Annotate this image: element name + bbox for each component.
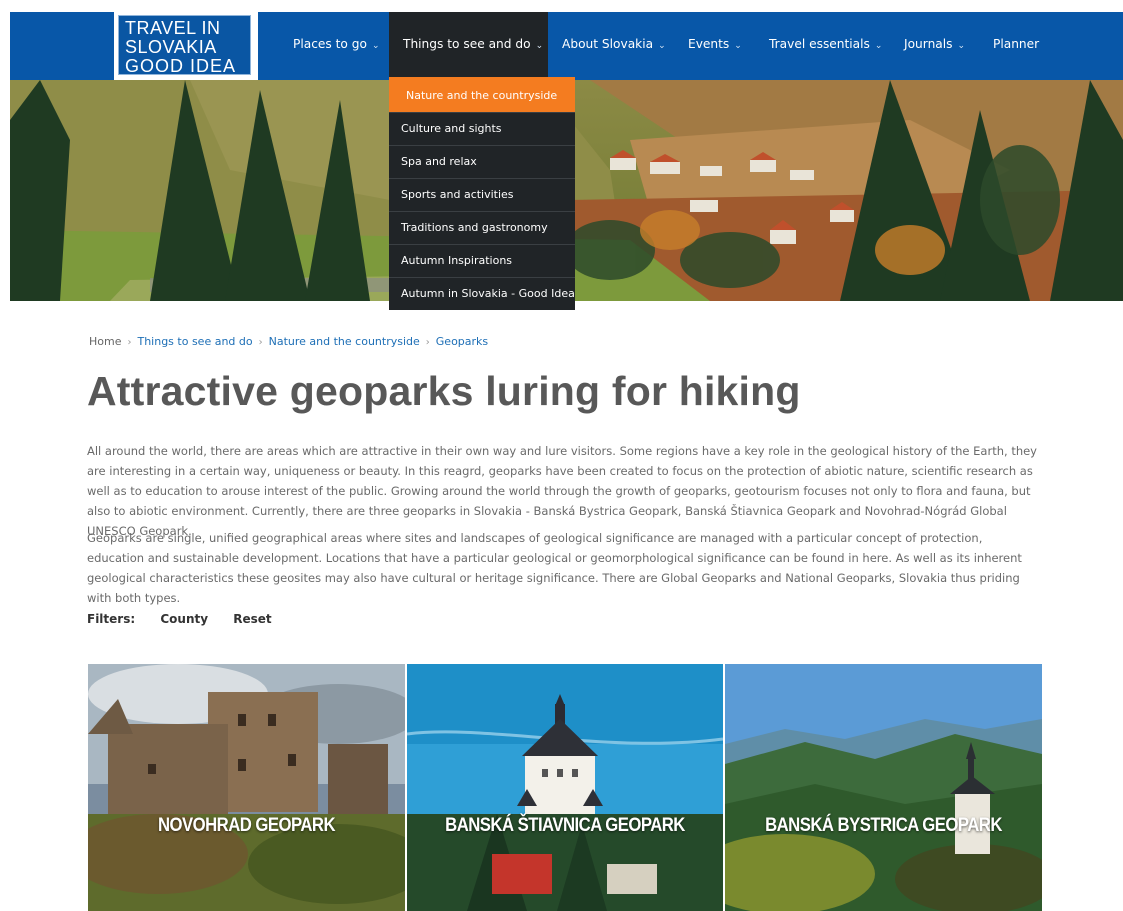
filters-bar: Filters: County Reset <box>87 612 293 626</box>
menu-item-culture-and-sights[interactable]: Culture and sights <box>389 112 575 145</box>
nav-planner[interactable]: Planner <box>993 12 1039 80</box>
nav-things-to-see-and-do[interactable]: Things to see and do ⌄ <box>389 12 548 80</box>
description-paragraph: Geoparks are single, unified geographica… <box>87 531 1022 605</box>
county-filter-button[interactable]: County <box>160 612 208 626</box>
breadcrumb-geoparks[interactable]: Geoparks <box>436 335 488 348</box>
menu-item-sports-and-activities[interactable]: Sports and activities <box>389 178 575 211</box>
nav-places-to-go[interactable]: Places to go ⌄ <box>293 12 379 80</box>
filters-label: Filters: <box>87 612 136 626</box>
chevron-down-icon: ⌄ <box>957 41 966 51</box>
nav-about-slovakia[interactable]: About Slovakia ⌄ <box>562 12 666 80</box>
card-banska-bystrica-geopark[interactable]: BANSKÁ BYSTRICA GEOPARK <box>725 664 1042 911</box>
card-novohrad-geopark[interactable]: NOVOHRAD GEOPARK <box>88 664 405 911</box>
logo-line-1: TRAVEL IN <box>125 18 221 38</box>
nav-label: Things to see and do <box>403 37 531 51</box>
chevron-right-icon: › <box>425 337 430 348</box>
menu-item-traditions-and-gastronomy[interactable]: Traditions and gastronomy <box>389 211 575 244</box>
chevron-down-icon: ⌄ <box>371 41 380 51</box>
breadcrumb: Home › Things to see and do › Nature and the… <box>89 335 488 348</box>
site-logo[interactable]: TRAVEL IN SLOVAKIA GOOD IDEA <box>114 12 258 80</box>
breadcrumb-nature-and-the-countryside[interactable]: Nature and the countryside <box>269 335 420 348</box>
top-navigation-bar: TRAVEL IN SLOVAKIA GOOD IDEA Places to g… <box>10 12 1123 80</box>
intro-paragraph: All around the world, there are areas wh… <box>87 444 1037 538</box>
nav-travel-essentials[interactable]: Travel essentials ⌄ <box>769 12 882 80</box>
mountain-valley-illustration <box>725 664 1042 911</box>
chevron-down-icon: ⌄ <box>535 41 544 51</box>
chevron-right-icon: › <box>127 337 132 348</box>
nav-journals[interactable]: Journals ⌄ <box>904 12 965 80</box>
breadcrumb-things-to-see-and-do[interactable]: Things to see and do <box>137 335 252 348</box>
menu-item-spa-and-relax[interactable]: Spa and relax <box>389 145 575 178</box>
nav-label: Events <box>688 37 730 51</box>
card-banska-stiavnica-geopark[interactable]: BANSKÁ ŠTIAVNICA GEOPARK <box>407 664 723 911</box>
card-title: NOVOHRAD GEOPARK <box>157 815 336 836</box>
menu-item-nature-and-the-countryside[interactable]: Nature and the countryside <box>389 77 575 112</box>
reset-filter-button[interactable]: Reset <box>233 612 271 626</box>
chevron-right-icon: › <box>258 337 263 348</box>
breadcrumb-home[interactable]: Home <box>89 335 121 348</box>
logo-line-3: GOOD IDEA <box>125 57 250 75</box>
nav-label: Journals <box>904 37 953 51</box>
logo-line-2: SLOVAKIA <box>125 37 217 57</box>
chevron-down-icon: ⌄ <box>874 41 883 51</box>
logo-badge: TRAVEL IN SLOVAKIA GOOD IDEA <box>118 15 251 75</box>
castle-ruin-illustration <box>88 664 405 911</box>
chevron-down-icon: ⌄ <box>658 41 666 51</box>
nav-label: Places to go <box>293 37 367 51</box>
castle-tower-illustration <box>407 664 723 911</box>
nav-label: Travel essentials <box>769 37 870 51</box>
card-title: BANSKÁ BYSTRICA GEOPARK <box>765 815 1002 836</box>
nav-label: About Slovakia <box>562 37 654 51</box>
card-title: BANSKÁ ŠTIAVNICA GEOPARK <box>445 815 685 836</box>
things-to-see-dropdown-menu: Nature and the countryside Culture and s… <box>389 77 575 310</box>
chevron-down-icon: ⌄ <box>734 41 742 51</box>
nav-label: Planner <box>993 37 1040 51</box>
menu-item-autumn-inspirations[interactable]: Autumn Inspirations <box>389 244 575 277</box>
nav-events[interactable]: Events ⌄ <box>688 12 742 80</box>
page-title: Attractive geoparks luring for hiking <box>87 368 801 414</box>
menu-item-autumn-in-slovakia[interactable]: Autumn in Slovakia - Good Idea <box>389 277 575 310</box>
logo-tagline: GOOD IDEA <box>125 56 237 76</box>
